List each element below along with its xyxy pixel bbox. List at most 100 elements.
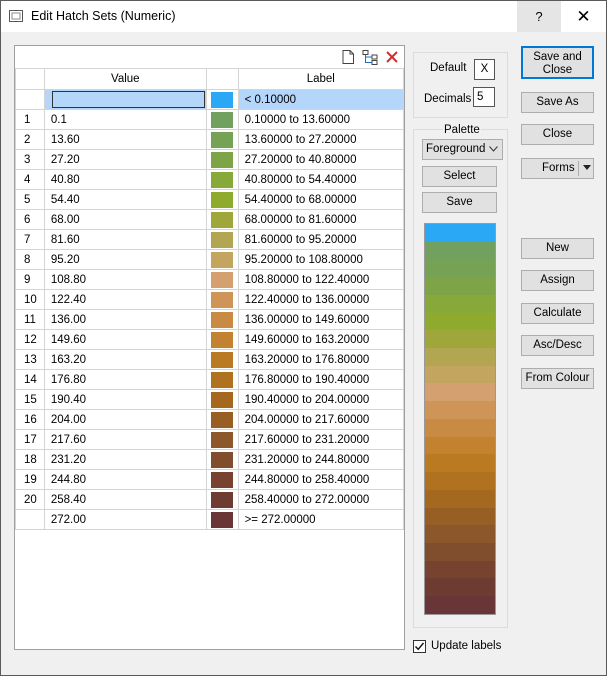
value-cell[interactable]: 95.20 <box>43 249 207 270</box>
colour-cell[interactable] <box>205 329 239 350</box>
label-cell[interactable]: 244.80000 to 258.40000 <box>237 469 405 490</box>
row-number[interactable]: 3 <box>15 149 45 170</box>
label-cell[interactable]: 204.00000 to 217.60000 <box>237 409 405 430</box>
colour-swatch[interactable] <box>211 371 234 388</box>
table-row[interactable]: 11 136.00 136.00000 to 149.60000 <box>15 309 405 330</box>
table-row[interactable]: 12 149.60 149.60000 to 163.20000 <box>15 329 405 350</box>
row-number[interactable]: 13 <box>15 349 45 370</box>
row-number[interactable]: 4 <box>15 169 45 190</box>
colour-cell[interactable] <box>205 469 239 490</box>
colour-swatch[interactable] <box>211 311 234 328</box>
value-cell[interactable]: 0.1 <box>43 109 207 130</box>
value-cell[interactable]: 258.40 <box>43 489 207 510</box>
table-row[interactable]: 17 217.60 217.60000 to 231.20000 <box>15 429 405 450</box>
tree-structure-icon[interactable] <box>362 49 378 65</box>
new-file-icon[interactable] <box>340 49 356 65</box>
value-cell[interactable]: 122.40 <box>43 289 207 310</box>
colour-swatch[interactable] <box>211 171 234 188</box>
value-cell[interactable]: 81.60 <box>43 229 207 250</box>
colour-swatch[interactable] <box>211 111 234 128</box>
row-number[interactable]: 9 <box>15 269 45 290</box>
label-cell[interactable]: 0.10000 to 13.60000 <box>237 109 405 130</box>
colour-cell[interactable] <box>205 509 239 530</box>
row-number[interactable]: 7 <box>15 229 45 250</box>
row-number[interactable]: 14 <box>15 369 45 390</box>
label-cell[interactable]: 95.20000 to 108.80000 <box>237 249 405 270</box>
value-cell[interactable] <box>43 89 207 110</box>
value-cell[interactable]: 108.80 <box>43 269 207 290</box>
colour-swatch[interactable] <box>211 271 234 288</box>
default-value-field[interactable]: X <box>474 59 495 80</box>
value-cell[interactable]: 272.00 <box>43 509 207 530</box>
value-cell[interactable]: 244.80 <box>43 469 207 490</box>
row-number[interactable]: 18 <box>15 449 45 470</box>
label-cell[interactable]: >= 272.00000 <box>237 509 405 530</box>
label-cell[interactable]: 81.60000 to 95.20000 <box>237 229 405 250</box>
colour-swatch[interactable] <box>211 211 234 228</box>
value-cell[interactable]: 231.20 <box>43 449 207 470</box>
table-row[interactable]: 3 27.20 27.20000 to 40.80000 <box>15 149 405 170</box>
colour-cell[interactable] <box>205 309 239 330</box>
value-cell[interactable]: 217.60 <box>43 429 207 450</box>
colour-swatch[interactable] <box>211 131 234 148</box>
colour-swatch[interactable] <box>211 451 234 468</box>
colour-swatch[interactable] <box>211 471 234 488</box>
colour-cell[interactable] <box>205 209 239 230</box>
table-row[interactable]: 20 258.40 258.40000 to 272.00000 <box>15 489 405 510</box>
label-cell[interactable]: 163.20000 to 176.80000 <box>237 349 405 370</box>
table-row[interactable]: 14 176.80 176.80000 to 190.40000 <box>15 369 405 390</box>
new-button[interactable]: New <box>521 238 594 259</box>
colour-cell[interactable] <box>205 189 239 210</box>
forms-button[interactable]: Forms <box>521 158 594 179</box>
label-cell[interactable]: 258.40000 to 272.00000 <box>237 489 405 510</box>
colour-swatch[interactable] <box>211 491 234 508</box>
colour-swatch[interactable] <box>211 511 234 528</box>
colour-cell[interactable] <box>205 109 239 130</box>
value-cell[interactable]: 163.20 <box>43 349 207 370</box>
save-as-button[interactable]: Save As <box>521 92 594 113</box>
colour-cell[interactable] <box>205 369 239 390</box>
palette-save-button[interactable]: Save <box>422 192 497 213</box>
label-cell[interactable]: 27.20000 to 40.80000 <box>237 149 405 170</box>
table-row[interactable]: 6 68.00 68.00000 to 81.60000 <box>15 209 405 230</box>
palette-color-strip[interactable] <box>424 223 496 615</box>
palette-dropdown[interactable]: Foreground <box>422 139 503 160</box>
colour-column-header[interactable] <box>205 68 239 90</box>
table-row[interactable]: 15 190.40 190.40000 to 204.00000 <box>15 389 405 410</box>
colour-cell[interactable] <box>205 269 239 290</box>
from-colour-button[interactable]: From Colour <box>521 368 594 389</box>
row-number[interactable]: 11 <box>15 309 45 330</box>
label-cell[interactable]: 54.40000 to 68.00000 <box>237 189 405 210</box>
table-row[interactable]: 16 204.00 204.00000 to 217.60000 <box>15 409 405 430</box>
update-labels-checkbox[interactable] <box>413 640 426 653</box>
row-number[interactable]: 17 <box>15 429 45 450</box>
colour-cell[interactable] <box>205 449 239 470</box>
row-number[interactable]: 12 <box>15 329 45 350</box>
row-number[interactable]: 5 <box>15 189 45 210</box>
value-cell[interactable]: 204.00 <box>43 409 207 430</box>
colour-cell[interactable] <box>205 389 239 410</box>
palette-select-button[interactable]: Select <box>422 166 497 187</box>
label-cell[interactable]: 68.00000 to 81.60000 <box>237 209 405 230</box>
row-number[interactable]: 6 <box>15 209 45 230</box>
row-number[interactable] <box>15 509 45 530</box>
table-row[interactable]: 2 13.60 13.60000 to 27.20000 <box>15 129 405 150</box>
value-cell[interactable]: 27.20 <box>43 149 207 170</box>
value-cell[interactable]: 190.40 <box>43 389 207 410</box>
row-number[interactable]: 16 <box>15 409 45 430</box>
colour-cell[interactable] <box>205 409 239 430</box>
colour-cell[interactable] <box>205 89 239 110</box>
label-cell[interactable]: 149.60000 to 163.20000 <box>237 329 405 350</box>
colour-cell[interactable] <box>205 229 239 250</box>
delete-icon[interactable] <box>384 49 400 65</box>
row-number[interactable]: 1 <box>15 109 45 130</box>
label-cell[interactable]: 108.80000 to 122.40000 <box>237 269 405 290</box>
table-row[interactable]: < 0.10000 <box>15 89 405 110</box>
colour-swatch[interactable] <box>211 291 234 308</box>
assign-button[interactable]: Assign <box>521 270 594 291</box>
label-cell[interactable]: 13.60000 to 27.20000 <box>237 129 405 150</box>
table-row[interactable]: 5 54.40 54.40000 to 68.00000 <box>15 189 405 210</box>
value-cell[interactable]: 40.80 <box>43 169 207 190</box>
value-cell[interactable]: 54.40 <box>43 189 207 210</box>
colour-cell[interactable] <box>205 149 239 170</box>
